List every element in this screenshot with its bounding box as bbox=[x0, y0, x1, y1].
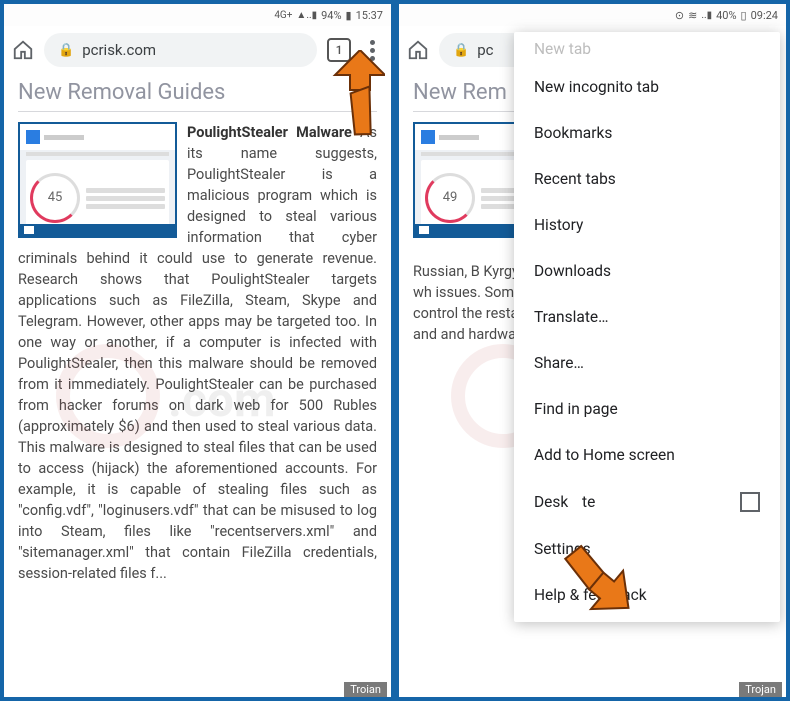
menu-item-new-tab[interactable]: New tab bbox=[514, 36, 780, 64]
menu-item-translate[interactable]: Translate… bbox=[514, 294, 780, 340]
menu-item-desktop-site[interactable]: Desktote bbox=[514, 478, 780, 526]
menu-button[interactable] bbox=[361, 40, 383, 61]
menu-item-downloads[interactable]: Downloads bbox=[514, 248, 780, 294]
page-content: .com New Removal Guides 45 PoulightSteal… bbox=[4, 74, 391, 697]
article-title[interactable]: PoulightStealer Malware bbox=[187, 124, 352, 141]
url-bar[interactable]: 🔒 pcrisk.com bbox=[44, 33, 317, 67]
battery-pct: 94% bbox=[321, 9, 341, 22]
url-text: pcrisk.com bbox=[82, 41, 156, 59]
clock: 09:24 bbox=[751, 9, 778, 22]
battery-icon: ▯ bbox=[741, 9, 747, 22]
category-tag: Troian bbox=[344, 682, 387, 697]
alarm-icon: ⊙ bbox=[675, 9, 684, 22]
menu-item-bookmarks[interactable]: Bookmarks bbox=[514, 110, 780, 156]
left-screenshot: 4G+ ▲..▮ 94% ▮ 15:37 🔒 pcrisk.com 1 .com… bbox=[4, 4, 391, 697]
tab-count: 1 bbox=[336, 43, 343, 57]
menu-item-add-home[interactable]: Add to Home screen bbox=[514, 432, 780, 478]
network-icon: 4G+ bbox=[274, 10, 292, 21]
wifi-icon: ≋ bbox=[688, 9, 697, 22]
chrome-menu: New tab New incognito tab Bookmarks Rece… bbox=[514, 32, 780, 622]
menu-item-incognito[interactable]: New incognito tab bbox=[514, 64, 780, 110]
menu-item-share[interactable]: Share… bbox=[514, 340, 780, 386]
browser-toolbar: 🔒 pcrisk.com 1 bbox=[4, 26, 391, 74]
menu-item-recent-tabs[interactable]: Recent tabs bbox=[514, 156, 780, 202]
signal-icon: ..▮ bbox=[701, 10, 712, 21]
clock: 15:37 bbox=[356, 9, 383, 22]
article-thumbnail[interactable]: 45 bbox=[18, 122, 177, 238]
article: 45 PoulightStealer Malware As its name s… bbox=[18, 122, 377, 584]
status-bar: ⊙ ≋ ..▮ 40% ▯ 09:24 bbox=[399, 4, 786, 26]
battery-icon: ▮ bbox=[346, 9, 352, 22]
desktop-site-checkbox[interactable] bbox=[740, 492, 760, 512]
home-icon[interactable] bbox=[12, 39, 34, 61]
right-screenshot: ⊙ ≋ ..▮ 40% ▯ 09:24 🔒 pc .com New Rem 49 bbox=[399, 4, 786, 697]
menu-item-settings[interactable]: Settings bbox=[514, 526, 780, 572]
home-icon[interactable] bbox=[407, 39, 429, 61]
menu-label: Desktote bbox=[534, 493, 595, 511]
menu-item-find[interactable]: Find in page bbox=[514, 386, 780, 432]
menu-item-help[interactable]: Help & feedback bbox=[514, 572, 780, 618]
section-title: New Removal Guides bbox=[18, 80, 377, 112]
tabs-button[interactable]: 1 bbox=[327, 38, 351, 62]
lock-icon: 🔒 bbox=[58, 43, 74, 58]
menu-item-history[interactable]: History bbox=[514, 202, 780, 248]
url-text: pc bbox=[477, 41, 493, 59]
lock-icon: 🔒 bbox=[453, 43, 469, 58]
status-bar: 4G+ ▲..▮ 94% ▮ 15:37 bbox=[4, 4, 391, 26]
battery-pct: 40% bbox=[716, 9, 736, 22]
gauge-icon: 45 bbox=[30, 173, 80, 223]
category-tag: Trojan bbox=[739, 682, 782, 697]
signal-icon: ▲..▮ bbox=[296, 10, 317, 21]
gauge-icon: 49 bbox=[425, 173, 475, 223]
